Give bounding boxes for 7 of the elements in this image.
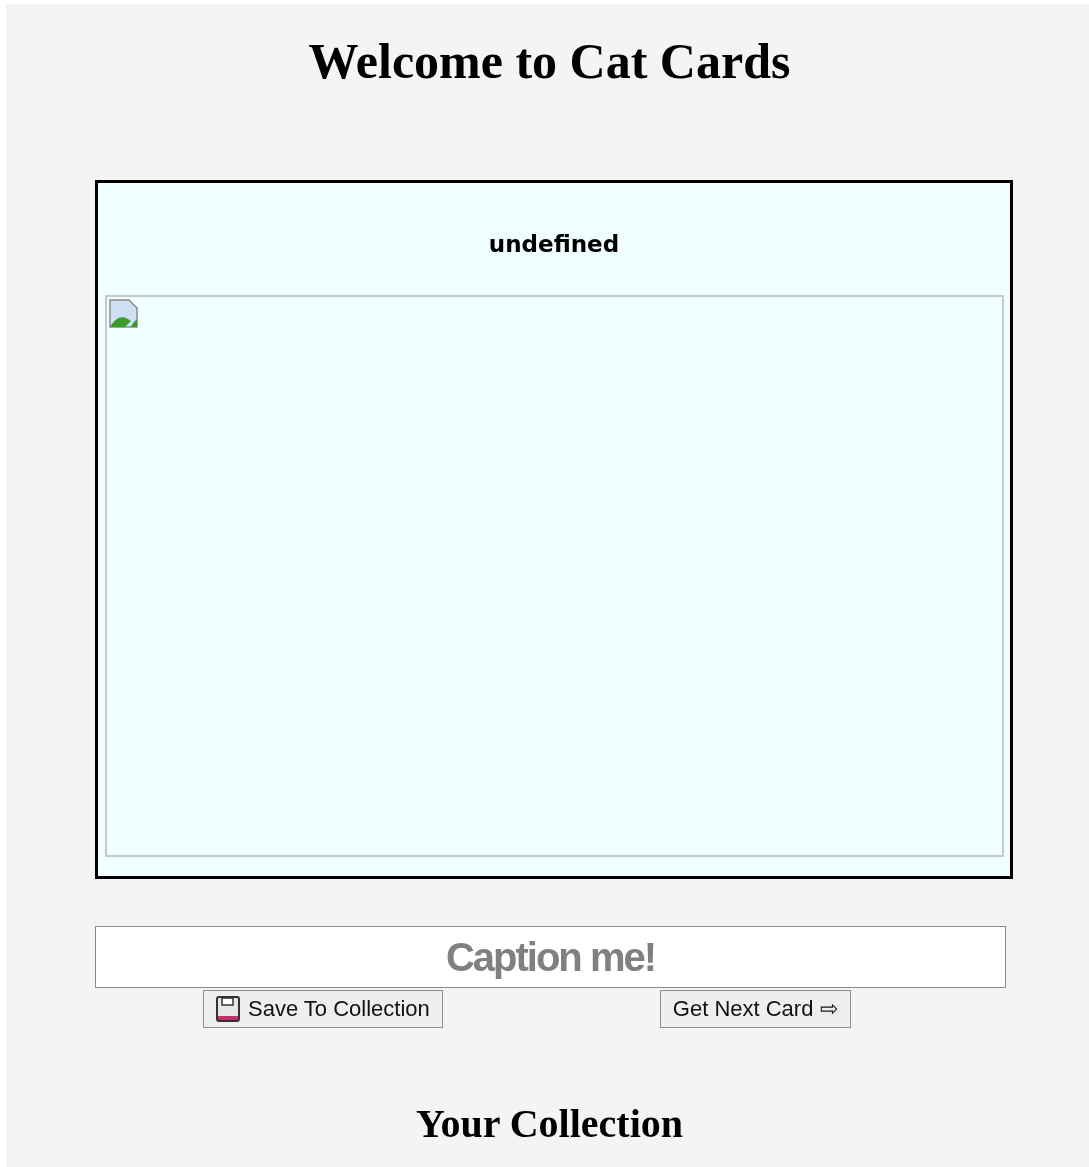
next-card-button[interactable]: Get Next Card ⇨ — [659, 990, 851, 1028]
save-button[interactable]: Save To Collection — [203, 990, 443, 1028]
caption-field[interactable]: Caption me! — [95, 926, 1006, 988]
broken-image-icon — [108, 299, 139, 329]
collection-heading: Your Collection — [416, 1100, 683, 1148]
page-title: Welcome to Cat Cards — [308, 32, 791, 91]
card-heading: undefined — [488, 230, 620, 259]
